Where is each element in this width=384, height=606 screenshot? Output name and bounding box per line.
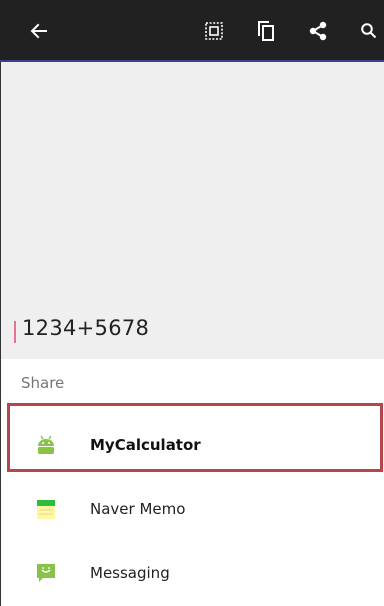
share-item-messaging[interactable]: Messaging	[0, 551, 384, 597]
action-bar	[0, 0, 384, 62]
naver-memo-icon	[35, 498, 57, 520]
expression-text[interactable]: 1234+5678	[22, 316, 149, 340]
share-item-label: Messaging	[90, 564, 170, 582]
search-icon[interactable]	[356, 0, 382, 62]
share-item-naver-memo[interactable]: Naver Memo	[0, 487, 384, 533]
content-area[interactable]	[1, 62, 384, 359]
share-item-label: Naver Memo	[90, 500, 186, 518]
share-item-mycalculator[interactable]: MyCalculator	[0, 423, 384, 469]
android-robot-icon	[35, 434, 57, 456]
messaging-icon	[35, 562, 57, 584]
share-sheet-title: Share	[21, 374, 65, 392]
select-all-icon[interactable]	[199, 0, 229, 62]
copy-icon[interactable]	[250, 0, 280, 62]
text-cursor	[14, 321, 16, 343]
back-arrow-icon[interactable]	[24, 0, 54, 62]
share-item-label: MyCalculator	[90, 436, 201, 454]
share-icon[interactable]	[303, 0, 333, 62]
